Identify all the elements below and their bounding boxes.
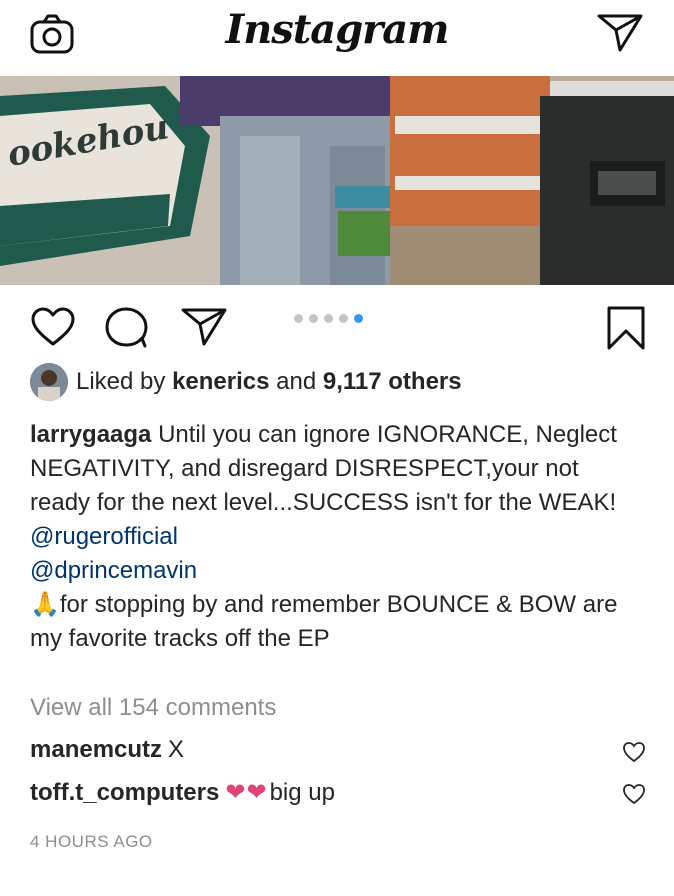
avatar[interactable] bbox=[30, 363, 68, 401]
comment-username[interactable]: manemcutz bbox=[30, 736, 162, 764]
likes-middle: and bbox=[276, 368, 317, 395]
carousel-indicator bbox=[294, 314, 363, 323]
pink-hearts-emoji: ❤❤ bbox=[225, 779, 268, 806]
top-bar: Instagram bbox=[0, 0, 674, 76]
likes-count[interactable]: 9,117 others bbox=[323, 368, 462, 396]
instagram-logo: Instagram bbox=[225, 6, 450, 53]
caption-closing: for stopping by and remember BOUNCE & BO… bbox=[30, 591, 618, 652]
comment-like-heart-icon[interactable] bbox=[622, 783, 646, 805]
comment-username[interactable]: toff.t_computers bbox=[30, 779, 219, 807]
post-image[interactable]: ookehou bbox=[0, 76, 674, 285]
post-image-graphic: ookehou bbox=[0, 76, 674, 285]
carousel-dot bbox=[324, 314, 333, 323]
comment-text: X bbox=[168, 736, 185, 763]
paper-plane-icon[interactable] bbox=[180, 306, 228, 348]
liked-by-user[interactable]: kenerics bbox=[172, 368, 269, 396]
mention-link[interactable]: @dprincemavin bbox=[30, 554, 630, 588]
post-caption: larrygaaga Until you can ignore IGNORANC… bbox=[30, 418, 630, 656]
carousel-dot bbox=[294, 314, 303, 323]
post-timestamp: 4 HOURS AGO bbox=[30, 832, 153, 851]
carousel-dot bbox=[309, 314, 318, 323]
caption-username[interactable]: larrygaaga bbox=[30, 421, 151, 448]
comment-text: big up bbox=[269, 778, 335, 806]
comment-row: manemcutz X bbox=[30, 736, 184, 764]
comment-like-heart-icon[interactable] bbox=[622, 741, 646, 763]
likes-prefix: Liked by bbox=[76, 368, 166, 395]
carousel-dot bbox=[339, 314, 348, 323]
likes-line: Liked by kenerics and 9,117 others bbox=[30, 362, 462, 402]
view-all-comments-link[interactable]: View all 154 comments bbox=[30, 694, 276, 722]
mention-link[interactable]: @rugerofficial bbox=[30, 520, 630, 554]
comment-bubble-icon[interactable] bbox=[104, 306, 150, 348]
carousel-dot-active bbox=[354, 314, 363, 323]
comment-row: toff.t_computers ❤❤ big up bbox=[30, 778, 335, 807]
avatar-image bbox=[30, 363, 68, 401]
bookmark-icon[interactable] bbox=[606, 305, 646, 351]
heart-icon[interactable] bbox=[30, 307, 76, 347]
praying-hands-emoji: 🙏 bbox=[30, 591, 60, 618]
paper-plane-icon[interactable] bbox=[596, 12, 644, 54]
